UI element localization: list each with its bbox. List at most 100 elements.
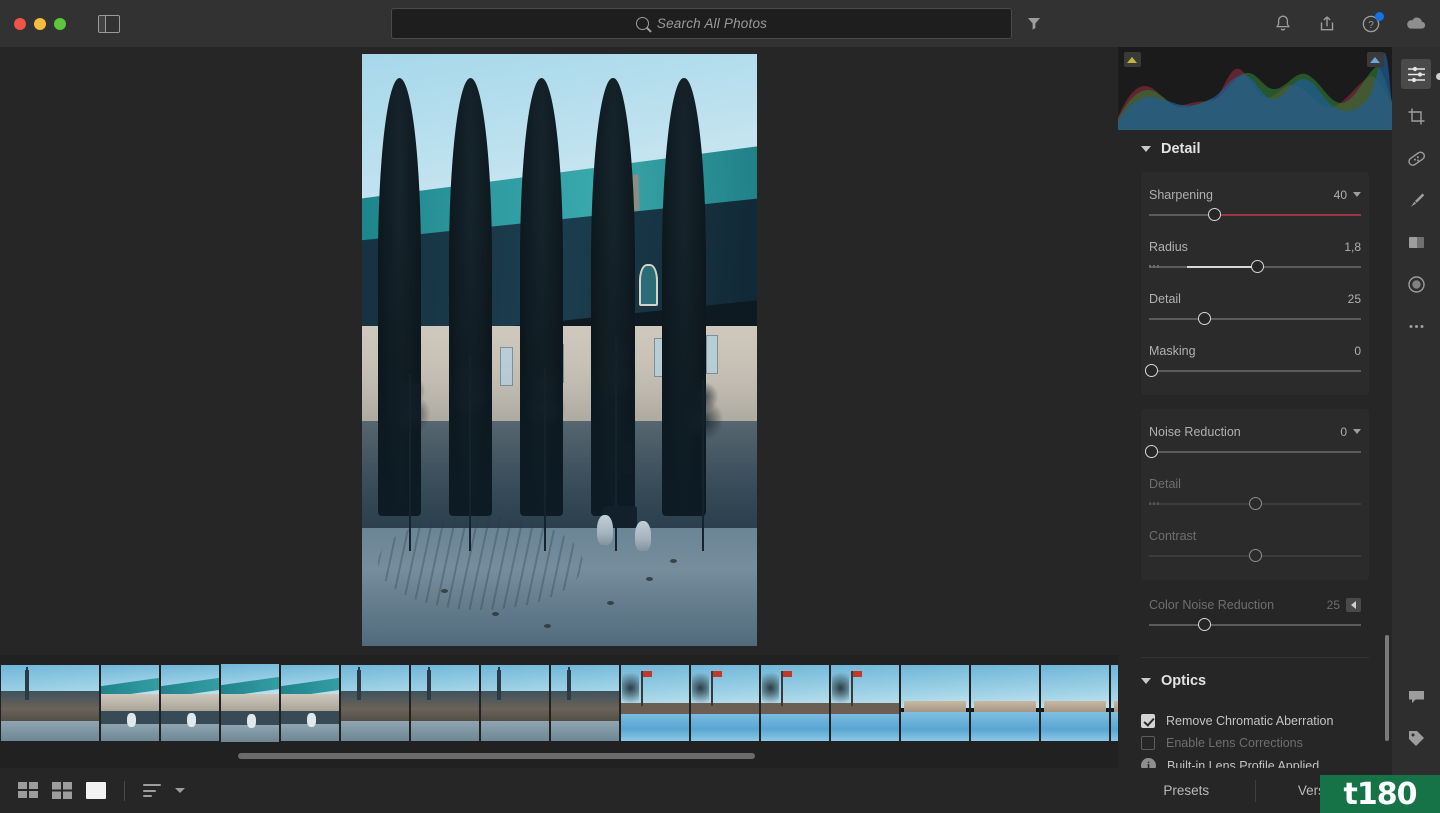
close-button[interactable] bbox=[14, 17, 26, 30]
healing-bandage-icon[interactable] bbox=[1401, 143, 1431, 173]
noise-detail-slider bbox=[1149, 496, 1361, 512]
color-noise-slider[interactable] bbox=[1149, 617, 1361, 633]
panel-toggle-icon[interactable] bbox=[98, 14, 120, 33]
color-noise-value[interactable]: 25 bbox=[1327, 598, 1340, 612]
chevron-down-icon[interactable] bbox=[1353, 192, 1361, 197]
color-noise-label: Color Noise Reduction bbox=[1149, 597, 1275, 612]
enable-lens-corrections-option[interactable]: Enable Lens Corrections bbox=[1118, 728, 1392, 750]
detail-amount-slider[interactable] bbox=[1149, 311, 1361, 327]
masking-slider[interactable] bbox=[1144, 363, 1361, 379]
chevron-down-icon[interactable] bbox=[1353, 429, 1361, 434]
search-placeholder: Search All Photos bbox=[656, 16, 768, 31]
filter-funnel-icon[interactable] bbox=[1026, 15, 1042, 31]
filmstrip-scrollbar[interactable] bbox=[0, 753, 1118, 759]
filmstrip-thumb[interactable] bbox=[761, 665, 829, 741]
filmstrip-thumb[interactable] bbox=[901, 665, 969, 741]
filmstrip-thumb[interactable] bbox=[411, 665, 479, 741]
single-photo-icon[interactable] bbox=[86, 782, 106, 799]
sort-icon[interactable] bbox=[143, 784, 161, 797]
tag-icon[interactable] bbox=[1401, 723, 1431, 753]
info-icon[interactable]: i bbox=[1141, 758, 1156, 768]
filmstrip-thumb[interactable] bbox=[101, 665, 159, 741]
filmstrip-thumb[interactable] bbox=[831, 665, 899, 741]
presets-button[interactable]: Presets bbox=[1118, 783, 1255, 798]
detail-amount-row: Detail 25 bbox=[1149, 288, 1361, 327]
remove-chromatic-aberration-option[interactable]: Remove Chromatic Aberration bbox=[1118, 700, 1392, 728]
noise-reduction-label: Noise Reduction bbox=[1149, 424, 1241, 439]
main-photo[interactable] bbox=[362, 54, 757, 646]
filmstrip-thumb[interactable] bbox=[551, 665, 619, 741]
checkbox-icon[interactable] bbox=[1141, 714, 1155, 728]
minimize-button[interactable] bbox=[34, 17, 46, 30]
noise-detail-label: Detail bbox=[1149, 476, 1181, 491]
shadow-clipping-indicator[interactable] bbox=[1124, 52, 1141, 67]
panel-resize-handle[interactable] bbox=[1436, 73, 1440, 80]
filmstrip-thumb[interactable] bbox=[1041, 665, 1109, 741]
filmstrip-thumb[interactable] bbox=[281, 665, 339, 741]
noise-reduction-value[interactable]: 0 bbox=[1340, 425, 1347, 439]
filmstrip-thumbs bbox=[0, 655, 1179, 751]
filmstrip-thumb[interactable] bbox=[221, 664, 279, 742]
checkbox-icon[interactable] bbox=[1141, 736, 1155, 750]
sharpening-group: Sharpening 40 Radius 1,8 Detail 25 Maski… bbox=[1141, 172, 1369, 395]
optics-section-title: Optics bbox=[1161, 673, 1207, 689]
ellipsis-icon[interactable] bbox=[1401, 311, 1431, 341]
radius-slider[interactable] bbox=[1149, 259, 1361, 275]
linear-gradient-icon[interactable] bbox=[1401, 227, 1431, 257]
masking-value[interactable]: 0 bbox=[1354, 344, 1361, 358]
highlight-clipping-indicator[interactable] bbox=[1367, 52, 1384, 67]
search-icon bbox=[635, 17, 649, 30]
filmstrip-thumb[interactable] bbox=[481, 665, 549, 741]
chevron-down-icon[interactable] bbox=[175, 788, 185, 793]
detail-section-header[interactable]: Detail bbox=[1118, 130, 1392, 168]
grid-compact-icon[interactable] bbox=[18, 782, 38, 799]
color-noise-collapse-button[interactable] bbox=[1346, 597, 1361, 612]
cloud-icon[interactable] bbox=[1404, 13, 1426, 35]
grid-square-icon[interactable] bbox=[52, 782, 72, 799]
sharpening-slider[interactable] bbox=[1149, 207, 1361, 223]
crop-rotate-icon[interactable] bbox=[1401, 101, 1431, 131]
detail-amount-value[interactable]: 25 bbox=[1348, 292, 1361, 306]
noise-reduction-slider[interactable] bbox=[1144, 444, 1361, 460]
sharpening-value[interactable]: 40 bbox=[1334, 188, 1347, 202]
tool-rail bbox=[1392, 47, 1440, 813]
filmstrip-thumb[interactable] bbox=[971, 665, 1039, 741]
help-circle-icon[interactable]: ? bbox=[1360, 11, 1384, 35]
maximize-button[interactable] bbox=[54, 17, 66, 30]
titlebar-actions: ? bbox=[1272, 0, 1426, 47]
builtin-lens-profile-label: Built-in Lens Profile Applied bbox=[1167, 758, 1320, 769]
brush-icon[interactable] bbox=[1401, 185, 1431, 215]
radius-value[interactable]: 1,8 bbox=[1344, 240, 1361, 254]
share-icon[interactable] bbox=[1316, 13, 1338, 35]
filmstrip-thumb[interactable] bbox=[161, 665, 219, 741]
noise-detail-row: Detail bbox=[1149, 473, 1361, 512]
sharpening-label: Sharpening bbox=[1149, 187, 1213, 202]
optics-section-header[interactable]: Optics bbox=[1118, 662, 1392, 700]
masking-row: Masking 0 bbox=[1144, 340, 1361, 379]
chevron-down-icon bbox=[1141, 146, 1151, 152]
histogram[interactable] bbox=[1118, 47, 1392, 130]
filmstrip-thumb[interactable] bbox=[341, 665, 409, 741]
sharpening-row: Sharpening 40 bbox=[1149, 184, 1361, 223]
filmstrip-thumb[interactable] bbox=[691, 665, 759, 741]
radius-row: Radius 1,8 bbox=[1149, 236, 1361, 275]
detail-section-title: Detail bbox=[1161, 141, 1201, 157]
watermark-text: t180 bbox=[1343, 776, 1418, 812]
panel-scrollbar[interactable] bbox=[1385, 635, 1389, 741]
section-divider bbox=[1141, 657, 1369, 658]
comment-bubble-icon[interactable] bbox=[1401, 681, 1431, 711]
radius-label: Radius bbox=[1149, 239, 1188, 254]
filmstrip-thumb[interactable] bbox=[1, 665, 99, 741]
radial-gradient-icon[interactable] bbox=[1401, 269, 1431, 299]
watermark-badge: t180 bbox=[1320, 775, 1440, 813]
bell-icon[interactable] bbox=[1272, 13, 1294, 35]
noise-contrast-label: Contrast bbox=[1149, 528, 1197, 543]
filmstrip-thumb[interactable] bbox=[621, 665, 689, 741]
chevron-down-icon bbox=[1141, 678, 1151, 684]
sliders-icon[interactable] bbox=[1401, 59, 1431, 89]
remove-chromatic-aberration-label: Remove Chromatic Aberration bbox=[1166, 714, 1334, 728]
search-input[interactable]: Search All Photos bbox=[391, 8, 1012, 39]
enable-lens-corrections-label: Enable Lens Corrections bbox=[1166, 736, 1303, 750]
toolbar-divider bbox=[124, 780, 125, 801]
filmstrip[interactable] bbox=[0, 655, 1179, 768]
